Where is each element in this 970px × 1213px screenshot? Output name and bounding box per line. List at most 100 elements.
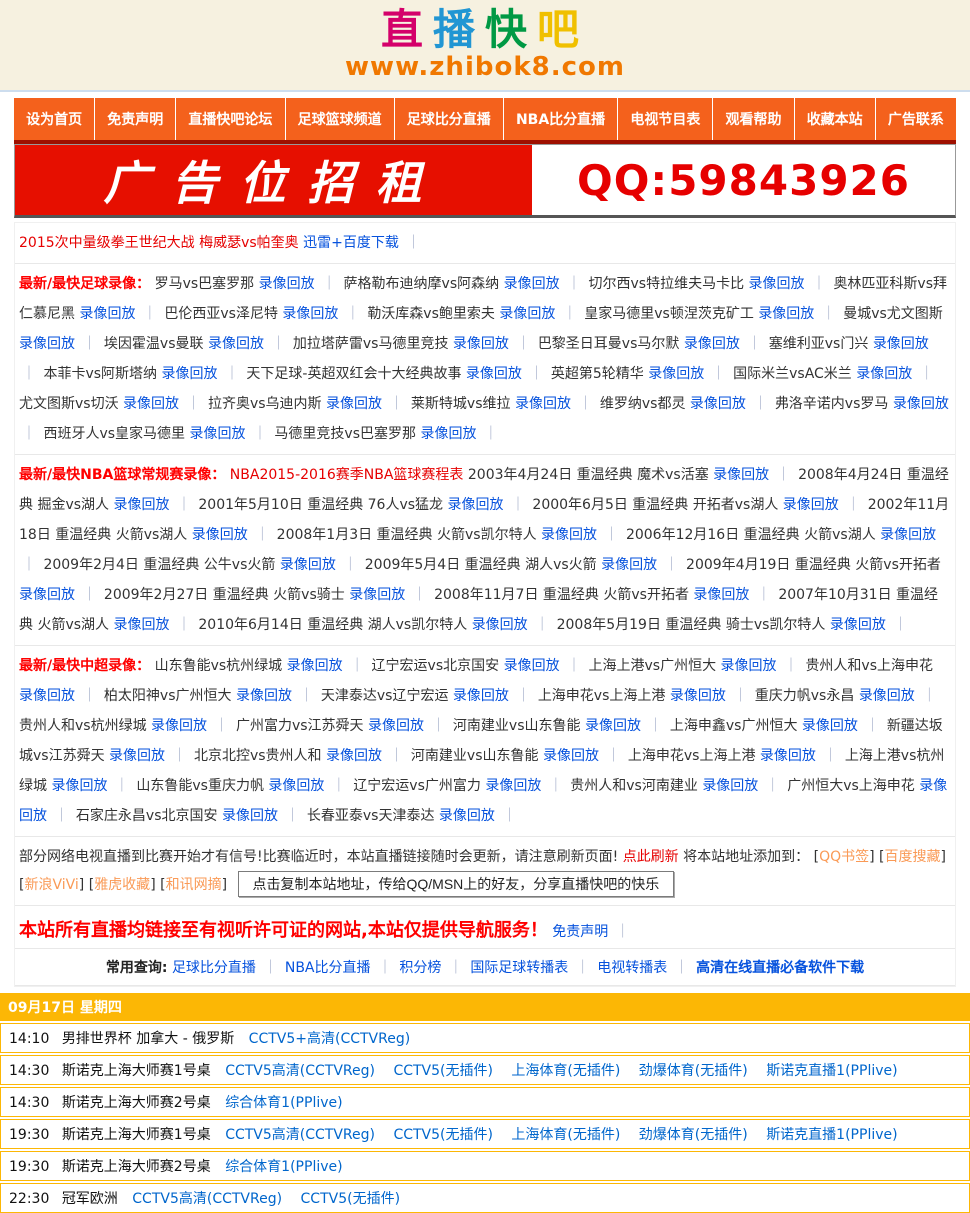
nav-item[interactable]: 电视节目表 <box>618 98 714 140</box>
replay-link[interactable]: 录像回放 <box>123 396 179 412</box>
ad-banner[interactable]: 广告位招租 QQ:59843926 <box>14 144 956 218</box>
nav-item[interactable]: 免责声明 <box>95 98 177 140</box>
replay-link[interactable]: 录像回放 <box>109 748 165 764</box>
boxing-download-link[interactable]: 迅雷+百度下载 <box>303 235 399 251</box>
replay-link[interactable]: 录像回放 <box>873 336 929 352</box>
replay-link[interactable]: 录像回放 <box>504 276 560 292</box>
software-download-link[interactable]: 高清在线直播必备软件下载 <box>696 960 864 976</box>
replay-link[interactable]: 录像回放 <box>585 718 641 734</box>
replay-link[interactable]: 录像回放 <box>448 497 504 513</box>
replay-link[interactable]: 录像回放 <box>326 396 382 412</box>
site-logo[interactable]: 直播快吧 <box>381 7 589 52</box>
query-link[interactable]: 足球比分直播 <box>172 960 256 976</box>
replay-link[interactable]: 录像回放 <box>472 617 528 633</box>
channel-link[interactable]: CCTV5+高清(CCTVReg) <box>249 1031 411 1047</box>
nav-item[interactable]: NBA比分直播 <box>504 98 619 140</box>
query-link[interactable]: 电视转播表 <box>597 960 667 976</box>
channel-link[interactable]: 劲爆体育(无插件) <box>639 1063 748 1079</box>
site-url[interactable]: www.zhibok8.com <box>345 52 625 82</box>
channel-link[interactable]: CCTV5(无插件) <box>393 1127 493 1143</box>
replay-link[interactable]: 录像回放 <box>783 497 839 513</box>
replay-link[interactable]: 录像回放 <box>236 688 292 704</box>
channel-link[interactable]: CCTV5高清(CCTVReg) <box>225 1063 375 1079</box>
nav-item[interactable]: 足球比分直播 <box>395 98 504 140</box>
channel-link[interactable]: 上海体育(无插件) <box>511 1127 620 1143</box>
replay-link[interactable]: 录像回放 <box>466 366 522 382</box>
replay-link[interactable]: 录像回放 <box>684 336 740 352</box>
replay-link[interactable]: 录像回放 <box>504 658 560 674</box>
replay-link[interactable]: 录像回放 <box>485 778 541 794</box>
channel-link[interactable]: 斯诺克直播1(PPlive) <box>766 1063 897 1079</box>
replay-link[interactable]: 录像回放 <box>280 557 336 573</box>
replay-link[interactable]: 录像回放 <box>880 527 936 543</box>
query-link[interactable]: NBA比分直播 <box>285 960 371 976</box>
channel-link[interactable]: 斯诺克直播1(PPlive) <box>766 1127 897 1143</box>
replay-link[interactable]: 录像回放 <box>420 426 476 442</box>
replay-link[interactable]: 录像回放 <box>222 808 278 824</box>
replay-link[interactable]: 录像回放 <box>162 366 218 382</box>
bookmark-link[interactable]: 雅虎收藏 <box>94 877 150 893</box>
replay-link[interactable]: 录像回放 <box>856 366 912 382</box>
bookmark-link[interactable]: QQ书签 <box>819 849 869 865</box>
replay-link[interactable]: 录像回放 <box>802 718 858 734</box>
replay-link[interactable]: 录像回放 <box>19 587 75 603</box>
replay-link[interactable]: 录像回放 <box>713 467 769 483</box>
replay-link[interactable]: 录像回放 <box>515 396 571 412</box>
nav-item[interactable]: 设为首页 <box>14 98 96 140</box>
replay-link[interactable]: 录像回放 <box>721 658 777 674</box>
replay-link[interactable]: 录像回放 <box>453 688 509 704</box>
replay-link[interactable]: 录像回放 <box>190 426 246 442</box>
replay-link[interactable]: 录像回放 <box>693 587 749 603</box>
channel-link[interactable]: 综合体育1(PPlive) <box>225 1159 342 1175</box>
replay-link[interactable]: 录像回放 <box>19 336 75 352</box>
channel-link[interactable]: 综合体育1(PPlive) <box>225 1095 342 1111</box>
replay-link[interactable]: 录像回放 <box>19 688 75 704</box>
replay-link[interactable]: 录像回放 <box>439 808 495 824</box>
replay-link[interactable]: 录像回放 <box>760 748 816 764</box>
replay-link[interactable]: 录像回放 <box>51 778 107 794</box>
replay-link[interactable]: 录像回放 <box>282 306 338 322</box>
replay-link[interactable]: 录像回放 <box>859 688 915 704</box>
replay-link[interactable]: 录像回放 <box>543 748 599 764</box>
replay-link[interactable]: 录像回放 <box>259 276 315 292</box>
bookmark-link[interactable]: 和讯网摘 <box>166 877 222 893</box>
replay-link[interactable]: 录像回放 <box>79 306 135 322</box>
replay-link[interactable]: 录像回放 <box>830 617 886 633</box>
channel-link[interactable]: 上海体育(无插件) <box>511 1063 620 1079</box>
refresh-link[interactable]: 点此刷新 <box>623 849 679 865</box>
replay-link[interactable]: 录像回放 <box>151 718 207 734</box>
channel-link[interactable]: 劲爆体育(无插件) <box>639 1127 748 1143</box>
disclaimer-link[interactable]: 免责声明 <box>552 924 608 940</box>
replay-link[interactable]: 录像回放 <box>368 718 424 734</box>
replay-link[interactable]: 录像回放 <box>349 587 405 603</box>
replay-link[interactable]: 录像回放 <box>192 527 248 543</box>
replay-link[interactable]: 录像回放 <box>702 778 758 794</box>
nav-item[interactable]: 观看帮助 <box>713 98 795 140</box>
replay-link[interactable]: 录像回放 <box>287 658 343 674</box>
replay-link[interactable]: 录像回放 <box>893 396 949 412</box>
replay-link[interactable]: 录像回放 <box>749 276 805 292</box>
channel-link[interactable]: CCTV5高清(CCTVReg) <box>132 1191 282 1207</box>
replay-link[interactable]: 录像回放 <box>268 778 324 794</box>
replay-link[interactable]: 录像回放 <box>648 366 704 382</box>
copy-site-url-button[interactable]: 点击复制本站地址，传给QQ/MSN上的好友，分享直播快吧的快乐 <box>237 871 675 897</box>
replay-link[interactable]: 录像回放 <box>113 617 169 633</box>
replay-link[interactable]: 录像回放 <box>499 306 555 322</box>
replay-link[interactable]: 录像回放 <box>326 748 382 764</box>
bookmark-link[interactable]: 新浪ViVi <box>24 877 78 893</box>
channel-link[interactable]: CCTV5(无插件) <box>301 1191 401 1207</box>
nav-item[interactable]: 广告联系 <box>876 98 956 140</box>
channel-link[interactable]: CCTV5(无插件) <box>393 1063 493 1079</box>
nba-schedule-link[interactable]: NBA2015-2016赛季NBA篮球赛程表 <box>230 467 464 483</box>
bookmark-link[interactable]: 百度搜藏 <box>885 849 941 865</box>
replay-link[interactable]: 录像回放 <box>758 306 814 322</box>
nav-item[interactable]: 收藏本站 <box>795 98 876 140</box>
replay-link[interactable]: 录像回放 <box>690 396 746 412</box>
nav-item[interactable]: 直播快吧论坛 <box>176 98 286 140</box>
replay-link[interactable]: 录像回放 <box>601 557 657 573</box>
replay-link[interactable]: 录像回放 <box>113 497 169 513</box>
channel-link[interactable]: CCTV5高清(CCTVReg) <box>225 1127 375 1143</box>
replay-link[interactable]: 录像回放 <box>541 527 597 543</box>
nav-item[interactable]: 足球篮球频道 <box>286 98 395 140</box>
replay-link[interactable]: 录像回放 <box>208 336 264 352</box>
